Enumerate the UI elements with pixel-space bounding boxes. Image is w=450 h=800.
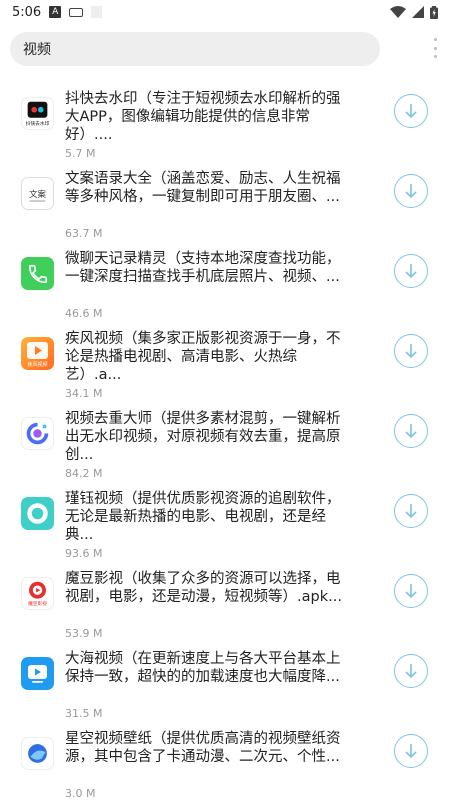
icon-text: 文案 [29,189,46,199]
app-size: 31.5 M [65,707,103,720]
app-title: 抖快去水印（专注于短视频去水印解析的强大APP，图像编辑功能提供的信息非常好）.… [65,91,341,143]
overflow-menu-icon[interactable] [434,38,438,58]
app-title: 大海视频（在更新速度上与各大平台基本上保持一致，超快的的加载速度也大幅度降... [65,651,341,685]
icon-text: 抖快去水印 [26,120,50,127]
app-size: 34.1 M [65,387,103,400]
notification-a-icon: A [49,6,62,18]
app-size: 3.0 M [65,787,96,800]
app-title: 魔豆影视（收集了众多的资源可以选择，电视剧，电影，还是动漫，短视频等）.apk.… [65,571,342,605]
download-arrow-icon [405,344,417,359]
starry-wallpaper-icon [21,737,54,770]
icon-text: 魔豆影视 [28,600,47,607]
download-button[interactable] [394,254,428,288]
download-arrow-icon [405,264,417,279]
list-item[interactable]: 微聊天记录精灵（支持本地深度查找功能，一键深度扫描查找手机底层照片、视频、...… [0,250,450,330]
list-item[interactable]: 瑾钰视频（提供优质影视资源的追剧软件，无论是最新热播的电影、电视剧，还是经典..… [0,490,450,570]
download-arrow-icon [405,584,417,599]
tv-play-icon [21,657,54,690]
download-arrow-icon [405,504,417,519]
quotes-book-icon: 文案 [21,177,54,210]
app-size: 46.6 M [65,307,103,320]
download-arrow-icon [405,744,417,759]
download-button[interactable] [394,734,428,768]
phone-icon [21,257,54,290]
app-size: 5.7 M [65,147,96,160]
list-item[interactable]: 魔豆影视 魔豆影视（收集了众多的资源可以选择，电视剧，电影，还是动漫，短视频等）… [0,570,450,650]
app-list: 抖快去水印 抖快去水印（专注于短视频去水印解析的强大APP，图像编辑功能提供的信… [0,90,450,800]
app-title: 视频去重大师（提供多素材混剪，一键解析出无水印视频，对原视频有效去重，提高原创.… [65,411,341,463]
download-button[interactable] [394,94,428,128]
app-title: 文案语录大全（涵盖恋爱、励志、人生祝福等多种风格，一键复制即可用于朋友圈、... [65,171,341,205]
download-button[interactable] [394,414,428,448]
signal-icon [412,6,424,18]
app-title: 疾风视频（集多家正版影视资源于一身，不论是热播电视剧、高清电影、火热综艺）.a.… [65,331,341,383]
list-item[interactable]: 大海视频（在更新速度上与各大平台基本上保持一致，超快的的加载速度也大幅度降...… [0,650,450,730]
app-title: 星空视频壁纸（提供优质高清的视频壁纸资源，其中包含了卡通动漫、二次元、个性... [65,731,341,765]
status-time: 5:06 [12,4,42,20]
app-size: 63.7 M [65,227,103,240]
download-button[interactable] [394,654,428,688]
download-arrow-icon [405,664,417,679]
status-bar: 5:06 A [0,0,450,24]
download-button[interactable] [394,334,428,368]
movie-play-icon: 魔豆影视 [21,577,54,610]
list-item[interactable]: 文案 文案语录大全（涵盖恋爱、励志、人生祝福等多种风格，一键复制即可用于朋友圈、… [0,170,450,250]
icon-text: 疾风视频 [27,361,47,368]
wifi-icon [390,6,406,18]
download-button[interactable] [394,574,428,608]
list-item[interactable]: 星空视频壁纸（提供优质高清的视频壁纸资源，其中包含了卡通动漫、二次元、个性...… [0,730,450,800]
download-button[interactable] [394,494,428,528]
download-button[interactable] [394,174,428,208]
notification-blank-icon [91,6,103,18]
app-size: 84.2 M [65,467,103,480]
keyboard-icon [69,7,84,17]
app-title: 微聊天记录精灵（支持本地深度查找功能，一键深度扫描查找手机底层照片、视频、... [65,251,341,285]
app-title: 瑾钰视频（提供优质影视资源的追剧软件，无论是最新热播的电影、电视剧，还是经典..… [65,491,341,543]
app-size: 93.6 M [65,547,103,560]
list-item[interactable]: 抖快去水印 抖快去水印（专注于短视频去水印解析的强大APP，图像编辑功能提供的信… [0,90,450,170]
search-row [0,24,450,72]
app-size: 53.9 M [65,627,103,640]
watermark-remover-icon: 抖快去水印 [21,97,54,130]
ring-icon [21,497,54,530]
download-arrow-icon [405,424,417,439]
download-arrow-icon [405,104,417,119]
download-arrow-icon [405,184,417,199]
search-input[interactable] [23,41,380,57]
search-box[interactable] [10,32,380,66]
list-item[interactable]: 视频去重大师（提供多素材混剪，一键解析出无水印视频，对原视频有效去重，提高原创.… [0,410,450,490]
list-item[interactable]: 疾风视频 疾风视频（集多家正版影视资源于一身，不论是热播电视剧、高清电影、火热综… [0,330,450,410]
video-dedupe-icon [21,417,54,450]
play-icon: 疾风视频 [21,337,54,370]
battery-icon [430,5,438,19]
